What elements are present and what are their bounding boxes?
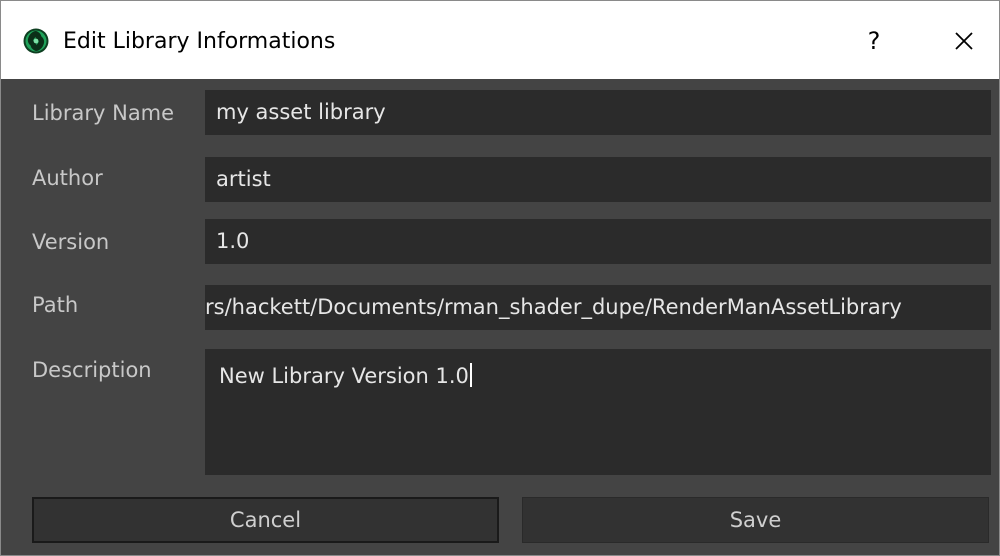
title-bar[interactable]: Edit Library Informations ? [1,1,999,79]
author-input[interactable]: artist [205,157,991,202]
author-label: Author [32,166,103,190]
library-name-label: Library Name [32,101,175,125]
close-icon [955,32,973,50]
text-caret [469,363,472,387]
save-button[interactable]: Save [522,497,989,543]
renderman-icon [23,28,49,54]
cancel-button[interactable]: Cancel [32,497,499,543]
version-input[interactable]: 1.0 [205,219,991,264]
description-textarea[interactable]: New Library Version 1.0 [205,349,991,475]
dialog-window: Edit Library Informations ? Library Name… [0,0,1000,556]
path-input[interactable]: rs/hackett/Documents/rman_shader_dupe/Re… [205,285,991,330]
description-label: Description [32,358,152,382]
dialog-content: Library Name my asset library Author art… [1,79,999,555]
help-button[interactable]: ? [851,21,897,61]
dialog-title: Edit Library Informations [63,29,336,54]
version-label: Version [32,230,110,254]
path-label: Path [32,293,79,317]
close-button[interactable] [939,21,989,61]
library-name-input[interactable]: my asset library [205,90,991,135]
description-value: New Library Version 1.0 [219,364,469,388]
path-value: rs/hackett/Documents/rman_shader_dupe/Re… [205,295,902,319]
